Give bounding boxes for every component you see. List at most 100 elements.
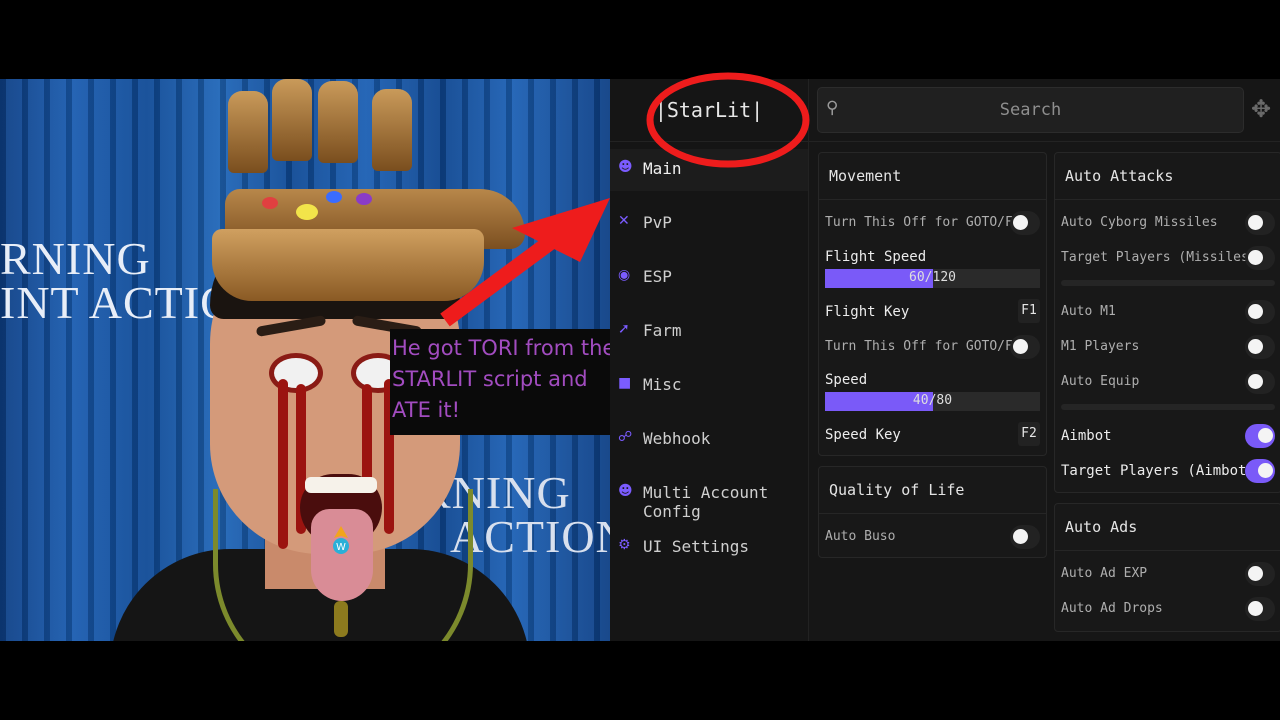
caption-line: STARLIT script and [392,367,588,391]
eye-icon: ◉ [618,267,631,283]
toggle-label: Target Players (Aimbot) [1061,463,1255,479]
toggle-row[interactable]: Auto Ad EXP [1061,560,1275,588]
toggle-label: Aimbot [1061,428,1112,444]
sidebar-item-multi-account-config[interactable]: ☻ Multi Account Config [610,473,808,521]
toggle-label: Auto Buso [825,529,896,544]
toggle-row[interactable]: Auto Buso [825,523,1040,551]
sidebar-item-esp[interactable]: ◉ ESP [610,257,808,299]
toggle-switch[interactable] [1245,370,1275,394]
sidebar: |StarLit| ☻ Main ✕ PvP ◉ ESP ➚ Farm ■ Mi… [610,79,809,641]
flight-speed-slider[interactable]: 60/120 [825,269,1040,288]
sidebar-item-label: ESP [643,267,672,286]
swords-icon: ✕ [618,213,630,229]
toggle-row[interactable]: Target Players (Aimbot) [1061,457,1275,485]
slider-value: 60/120 [909,270,956,285]
divider [1055,550,1280,551]
keybind-label: Speed Key [825,427,901,443]
slider-label-row: Speed [825,366,1040,394]
gauntlet-finger [372,89,412,171]
toggle-switch[interactable] [1010,335,1040,359]
toggle-switch[interactable] [1010,211,1040,235]
toggle-row[interactable]: Auto Ad Drops [1061,595,1275,623]
infinity-gauntlet-crown [212,229,484,301]
keybind-box[interactable]: F1 [1018,299,1040,323]
toggle-switch[interactable] [1245,300,1275,324]
toggle-switch[interactable] [1245,424,1275,448]
toggle-row[interactable]: Turn This Off for GOTO/FARM [825,333,1040,361]
sidebar-item-label: Farm [643,321,682,340]
sidebar-item-label: Multi Account Config [643,483,769,521]
sidebar-item-misc[interactable]: ■ Misc [610,365,808,407]
toggle-row[interactable]: Auto Equip [1061,368,1275,396]
toggle-label: Turn This Off for GOTO/FARM [825,215,1037,230]
toggle-label: M1 Players [1061,339,1140,354]
toggle-row[interactable]: Turn This Off for GOTO/FARM [825,209,1040,237]
keybind-row[interactable]: Speed Key F2 [825,421,1040,449]
slider-label-row: Flight Speed [825,243,1040,271]
meme-caption: He got TORI from the STARLIT script and … [390,329,633,435]
keybind-label: Flight Key [825,304,910,320]
toggle-label: Turn This Off for GOTO/FARM [825,339,1037,354]
toggle-label: Auto M1 [1061,304,1116,319]
gear-icon: ⚙ [618,537,631,553]
sword-icon: ➚ [618,321,630,337]
move-handle-icon[interactable]: ✥ [1251,95,1271,123]
keybind-row[interactable]: Flight Key F1 [825,298,1040,326]
toggle-row[interactable]: Target Players (Missiles) [1061,244,1275,272]
slider-label: Speed [825,372,868,388]
toggle-label: Auto Equip [1061,374,1140,389]
auto-ads-section: Auto Ads Auto Ad EXP Auto Ad Drops [1054,503,1280,632]
person-icon: ☻ [618,159,633,175]
group-divider [1061,404,1275,410]
search-input[interactable]: ⚲ Search [817,87,1244,133]
toggle-switch[interactable] [1245,459,1275,483]
sidebar-item-ui-settings[interactable]: ⚙ UI Settings [610,527,808,569]
sidebar-item-label: Misc [643,375,682,394]
movement-section: Movement Turn This Off for GOTO/FARM Fli… [818,152,1047,456]
toggle-switch[interactable] [1245,211,1275,235]
sidebar-item-farm[interactable]: ➚ Farm [610,311,808,353]
sidebar-item-label: PvP [643,213,672,232]
toggle-label: Auto Cyborg Missiles [1061,215,1218,230]
toggle-row[interactable]: Aimbot [1061,422,1275,450]
sidebar-item-webhook[interactable]: ☍ Webhook [610,419,808,461]
gauntlet-finger [318,81,358,163]
toggle-switch[interactable] [1245,562,1275,586]
gem-icon [296,204,318,220]
toggle-row[interactable]: M1 Players [1061,333,1275,361]
toggle-switch[interactable] [1245,335,1275,359]
section-title: Auto Attacks [1065,167,1174,185]
auto-attacks-section: Auto Attacks Auto Cyborg Missiles Target… [1054,152,1280,493]
toggle-label: Auto Ad EXP [1061,566,1148,581]
necklace-pendant [334,601,348,637]
app-title: |StarLit| [610,79,808,142]
caption-line: He got TORI from the [392,336,616,360]
top-bar: ⚲ Search ✥ [809,79,1280,142]
gem-icon [356,193,372,205]
gem-icon [326,191,342,203]
webhook-icon: ☍ [618,429,633,445]
section-title: Quality of Life [829,481,965,499]
toggle-switch[interactable] [1245,246,1275,270]
gauntlet-finger [272,79,312,161]
people-icon: ☻ [618,483,633,499]
misc-icon: ■ [618,375,632,391]
divider [819,199,1046,200]
sidebar-item-label: Main [643,159,682,178]
section-title: Movement [829,167,902,185]
keybind-box[interactable]: F2 [1018,422,1040,446]
toggle-row[interactable]: Auto Cyborg Missiles [1061,209,1275,237]
toggle-switch[interactable] [1010,525,1040,549]
divider [1055,199,1280,200]
sidebar-item-label: Webhook [643,429,711,448]
quality-of-life-section: Quality of Life Auto Buso [818,466,1047,558]
sidebar-item-main[interactable]: ☻ Main [610,149,808,191]
section-title: Auto Ads [1065,518,1138,536]
speed-slider[interactable]: 40/80 [825,392,1040,411]
toggle-switch[interactable] [1245,597,1275,621]
sidebar-item-label: UI Settings [643,537,749,556]
script-window: |StarLit| ☻ Main ✕ PvP ◉ ESP ➚ Farm ■ Mi… [610,79,1280,641]
sidebar-item-pvp[interactable]: ✕ PvP [610,203,808,245]
divider [819,513,1046,514]
toggle-row[interactable]: Auto M1 [1061,298,1275,326]
